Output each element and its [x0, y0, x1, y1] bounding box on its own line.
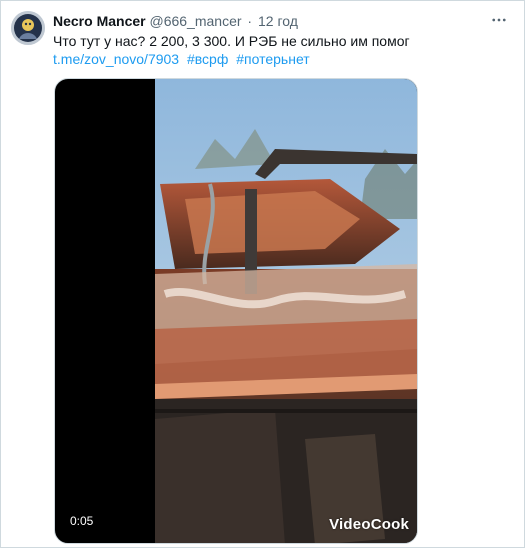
more-options-button[interactable]	[488, 11, 510, 29]
tweet-card: Necro Mancer @666_mancer · 12 год Что ту…	[0, 0, 525, 548]
author-name[interactable]: Necro Mancer	[53, 13, 146, 29]
author-handle[interactable]: @666_mancer	[149, 13, 241, 29]
videocook-watermark: VideoCook	[329, 516, 409, 533]
video-thumbnail	[155, 79, 417, 543]
tweet-time[interactable]: 12 год	[258, 13, 298, 29]
tweet-header: Necro Mancer @666_mancer · 12 год	[53, 12, 484, 30]
avatar-image	[11, 11, 45, 45]
hashtag-poternet[interactable]: #потерьнет	[236, 51, 309, 67]
video-player[interactable]: 0:05 VideoCook	[54, 78, 418, 544]
video-duration: 0:05	[67, 513, 97, 529]
telegram-link[interactable]: t.me/zov_novo/7903	[53, 51, 179, 67]
video-frame	[155, 79, 417, 543]
tweet-links: t.me/zov_novo/7903 #всрф #потерьнет	[53, 50, 310, 69]
hashtag-vsrf[interactable]: #всрф	[187, 51, 228, 67]
separator-dot: ·	[247, 13, 253, 29]
tweet-text: Что тут у нас? 2 200, 3 300. И РЭБ не си…	[53, 33, 410, 49]
avatar[interactable]	[11, 11, 45, 45]
more-options-icon	[492, 18, 506, 22]
